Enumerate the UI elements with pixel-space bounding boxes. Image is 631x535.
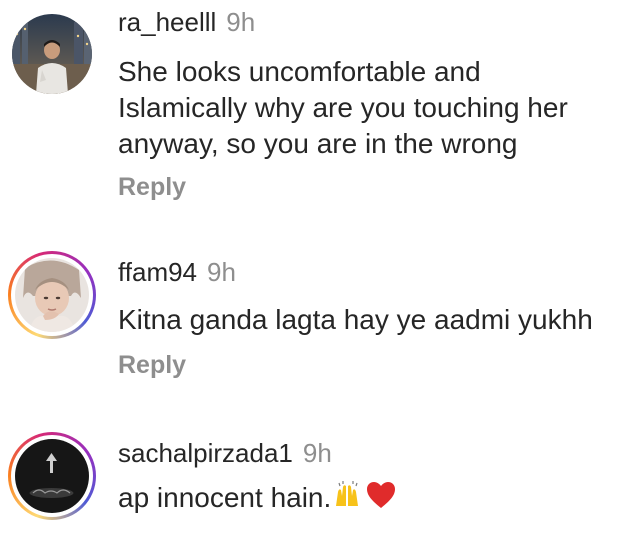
timestamp: 9h [302, 438, 332, 468]
reply-button[interactable]: Reply [118, 350, 186, 380]
avatar-photo [12, 14, 92, 94]
red-heart-emoji [365, 480, 397, 519]
comment-line: ap innocent hain. [118, 482, 332, 513]
username[interactable]: sachalpirzada1 [118, 438, 293, 468]
avatar[interactable] [8, 251, 96, 339]
comment-text: ap innocent hain. [118, 480, 618, 519]
comment-header: sachalpirzada1 9h [118, 437, 332, 469]
avatar[interactable] [8, 432, 96, 520]
raising-hands-emoji [333, 480, 363, 519]
comment-header: ffam94 9h [118, 256, 236, 288]
timestamp: 9h [226, 7, 256, 37]
comment-text: She looks uncomfortable and Islamically … [118, 54, 618, 162]
avatar-photo [15, 439, 89, 513]
comment-line: Islamically why are you touching her [118, 92, 568, 123]
comment-line: She looks uncomfortable and [118, 56, 481, 87]
avatar[interactable] [12, 14, 92, 94]
username[interactable]: ffam94 [118, 257, 197, 287]
avatar-photo [15, 258, 89, 332]
comment-line: anyway, so you are in the wrong [118, 128, 518, 159]
username[interactable]: ra_heelll [118, 7, 216, 37]
comments-list: ra_heelll 9h She looks uncomfortable and … [0, 0, 631, 535]
timestamp: 9h [207, 257, 236, 287]
comment-line: Kitna ganda lagta hay ye aadmi yukhh [118, 304, 593, 335]
reply-button[interactable]: Reply [118, 172, 186, 202]
comment-text: Kitna ganda lagta hay ye aadmi yukhh [118, 302, 618, 338]
comment-header: ra_heelll 9h [118, 6, 255, 38]
